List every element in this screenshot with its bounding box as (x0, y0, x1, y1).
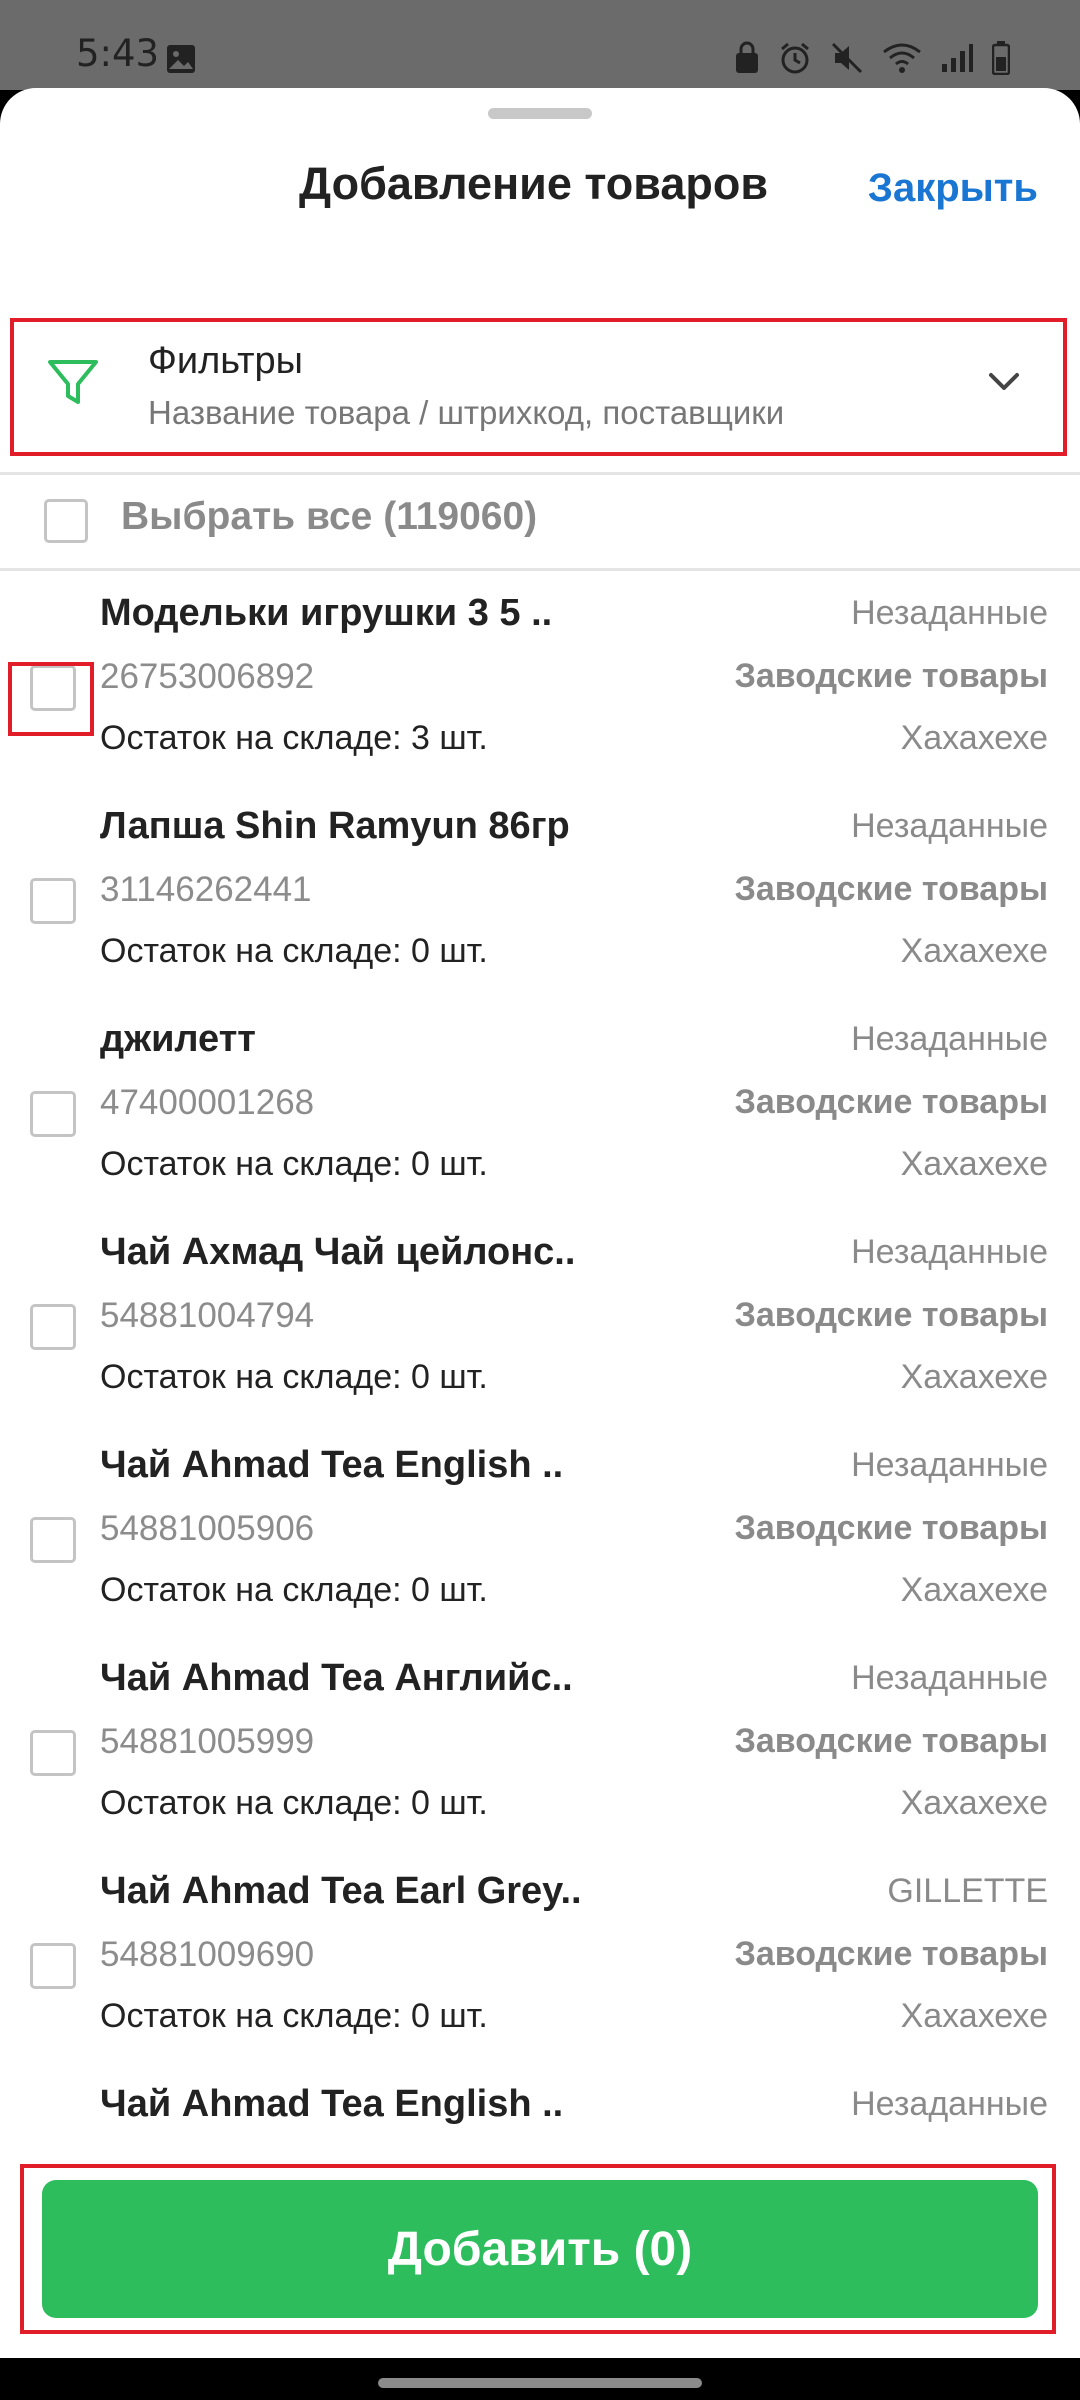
product-group: Заводские товары (734, 1509, 1048, 1547)
product-group: Заводские товары (734, 1083, 1048, 1121)
product-name: Чай Ahmad Tea English .. (100, 2083, 564, 2125)
product-checkbox[interactable] (30, 1517, 76, 1563)
product-supplier: Хахахехе (900, 1358, 1048, 1396)
product-barcode: 54881004794 (100, 1296, 315, 1335)
product-category: Незаданные (851, 594, 1048, 632)
status-icons (734, 38, 1010, 78)
home-gesture-bar[interactable] (378, 2378, 702, 2388)
product-name: Модельки игрушки 3 5 .. (100, 592, 553, 634)
product-category: Незаданные (851, 1233, 1048, 1271)
product-category: Незаданные (851, 1659, 1048, 1697)
product-stock: Остаток на складе: 0 шт. (100, 1358, 488, 1396)
filters-title: Фильтры (148, 340, 303, 382)
product-group: Заводские товары (734, 870, 1048, 908)
product-name: Лапша Shin Ramyun 86гр (100, 805, 570, 847)
checkbox-highlight (8, 662, 94, 736)
product-barcode: 47400001268 (100, 1083, 315, 1122)
close-button[interactable]: Закрыть (868, 166, 1038, 211)
drag-handle[interactable] (488, 108, 592, 119)
product-category: Незаданные (851, 1446, 1048, 1484)
navigation-bar (0, 2358, 1080, 2400)
product-item[interactable]: Модельки игрушки 3 5 .. 26753006892 Оста… (0, 582, 1080, 795)
product-supplier: Хахахехе (900, 1997, 1048, 2035)
product-stock: Остаток на складе: 3 шт. (100, 719, 488, 757)
product-name: Чай Ahmad Tea Английс.. (100, 1657, 573, 1699)
product-barcode: 54881005906 (100, 1509, 315, 1548)
product-item[interactable]: Чай Ahmad Tea Earl Grey.. 54881009690 Ос… (0, 1860, 1080, 2073)
divider (0, 472, 1080, 475)
product-barcode: 26753006892 (100, 657, 315, 696)
product-item[interactable]: Чай Ahmad Tea English .. 54881005906 Ост… (0, 1434, 1080, 1647)
add-button[interactable]: Добавить (0) (42, 2180, 1038, 2318)
product-supplier: Хахахехе (900, 719, 1048, 757)
product-stock: Остаток на складе: 0 шт. (100, 932, 488, 970)
product-group: Заводские товары (734, 1935, 1048, 1973)
product-name: Чай Ахмад Чай цейлонс.. (100, 1231, 576, 1273)
filters-subtitle: Название товара / штрихкод, поставщики (148, 394, 785, 431)
product-stock: Остаток на складе: 0 шт. (100, 1571, 488, 1609)
status-time: 5:43 (76, 32, 160, 75)
product-item[interactable]: Чай Ахмад Чай цейлонс.. 54881004794 Оста… (0, 1221, 1080, 1434)
divider (0, 568, 1080, 571)
signal-icon (942, 44, 973, 72)
product-stock: Остаток на складе: 0 шт. (100, 1784, 488, 1822)
product-name: Чай Ahmad Tea English .. (100, 1444, 564, 1486)
product-stock: Остаток на складе: 0 шт. (100, 1997, 488, 2035)
product-checkbox[interactable] (30, 1943, 76, 1989)
chevron-down-icon[interactable] (987, 370, 1021, 394)
mute-icon (831, 42, 863, 74)
product-item[interactable]: Лапша Shin Ramyun 86гр 31146262441 Остат… (0, 795, 1080, 1008)
product-checkbox[interactable] (30, 1304, 76, 1350)
product-supplier: Хахахехе (900, 1784, 1048, 1822)
select-all-checkbox[interactable] (44, 499, 88, 543)
product-category: Незаданные (851, 2085, 1048, 2123)
product-category: Незаданные (851, 807, 1048, 845)
lock-icon (736, 41, 758, 73)
filters-panel[interactable]: Фильтры Название товара / штрихкод, пост… (10, 318, 1067, 456)
product-checkbox[interactable] (30, 878, 76, 924)
status-bar: 5:43 (0, 0, 1080, 90)
product-item[interactable]: джилетт 47400001268 Остаток на складе: 0… (0, 1008, 1080, 1221)
filter-icon (48, 360, 98, 404)
product-category: GILLETTE (887, 1872, 1048, 1910)
product-checkbox[interactable] (30, 1091, 76, 1137)
product-supplier: Хахахехе (900, 1571, 1048, 1609)
product-barcode: 54881009690 (100, 1935, 315, 1974)
product-name: Чай Ahmad Tea Earl Grey.. (100, 1870, 582, 1912)
product-stock: Остаток на складе: 0 шт. (100, 1145, 488, 1183)
product-item[interactable]: Чай Ahmad Tea Английс.. 54881005999 Оста… (0, 1647, 1080, 1860)
product-barcode: 31146262441 (100, 870, 312, 909)
alarm-icon (781, 42, 809, 74)
product-name: джилетт (100, 1018, 256, 1060)
product-checkbox[interactable] (30, 1730, 76, 1776)
add-products-sheet: Добавление товаров Закрыть Фильтры Назва… (0, 88, 1080, 2358)
battery-icon (992, 41, 1010, 75)
product-barcode: 54881005999 (100, 1722, 315, 1761)
product-group: Заводские товары (734, 1722, 1048, 1760)
gallery-icon (167, 45, 195, 73)
product-supplier: Хахахехе (900, 932, 1048, 970)
wifi-icon (883, 43, 921, 73)
product-group: Заводские товары (734, 657, 1048, 695)
product-category: Незаданные (851, 1020, 1048, 1058)
select-all-label[interactable]: Выбрать все (119060) (121, 495, 537, 539)
product-group: Заводские товары (734, 1296, 1048, 1334)
product-supplier: Хахахехе (900, 1145, 1048, 1183)
